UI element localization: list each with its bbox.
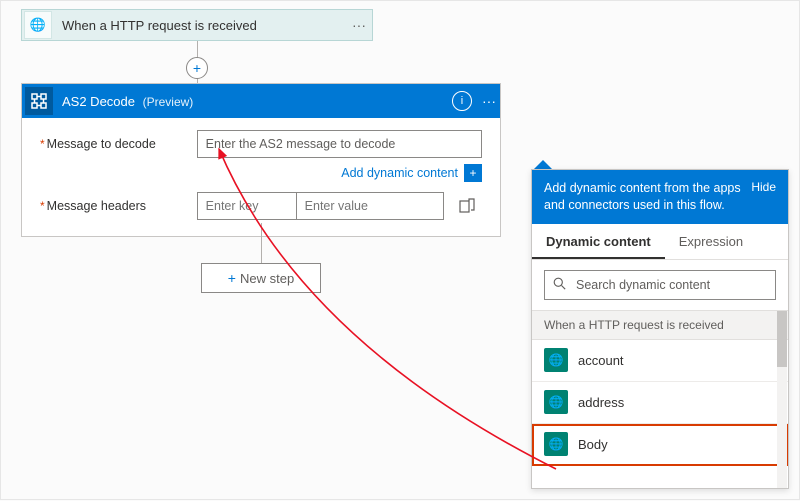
action-card-as2-decode: AS2 Decode (Preview) i ··· * Message to …	[21, 83, 501, 237]
add-dynamic-content-link[interactable]: Add dynamic content	[341, 166, 458, 180]
action-more-button[interactable]: ···	[478, 93, 500, 109]
panel-search[interactable]	[544, 270, 776, 300]
token-item-body[interactable]: 🌐 Body	[532, 424, 788, 466]
message-headers-label: Message headers	[47, 199, 197, 213]
header-value-input[interactable]	[296, 192, 444, 220]
new-step-label: New step	[240, 271, 294, 286]
token-label: address	[578, 395, 624, 410]
trigger-card[interactable]: 🌐 When a HTTP request is received ···	[21, 9, 373, 41]
insert-step-button[interactable]: +	[186, 57, 208, 79]
connector-line	[261, 223, 262, 263]
action-header[interactable]: AS2 Decode (Preview) i ···	[22, 84, 500, 118]
preview-badge: (Preview)	[139, 95, 194, 109]
required-marker: *	[40, 199, 45, 213]
scrollbar-thumb[interactable]	[777, 311, 787, 367]
required-marker: *	[40, 137, 45, 151]
http-chip-icon: 🌐	[544, 348, 568, 372]
plus-icon: +	[228, 270, 236, 286]
designer-canvas: 🌐 When a HTTP request is received ··· + …	[0, 0, 800, 500]
hide-panel-button[interactable]: Hide	[743, 180, 776, 214]
as2-connector-icon	[25, 87, 53, 115]
token-label: Body	[578, 437, 608, 452]
tab-expression[interactable]: Expression	[665, 224, 757, 259]
switch-to-text-mode-button[interactable]	[454, 193, 480, 219]
trigger-title: When a HTTP request is received	[52, 18, 346, 33]
header-key-input[interactable]	[197, 192, 297, 220]
panel-tabs: Dynamic content Expression	[532, 224, 788, 260]
new-step-button[interactable]: + New step	[201, 263, 321, 293]
action-body: * Message to decode Add dynamic content …	[22, 118, 500, 236]
token-label: account	[578, 353, 624, 368]
message-to-decode-input[interactable]	[197, 130, 482, 158]
http-trigger-icon: 🌐	[24, 11, 52, 39]
tab-dynamic-content[interactable]: Dynamic content	[532, 224, 665, 259]
info-icon[interactable]: i	[452, 91, 472, 111]
action-title: AS2 Decode (Preview)	[56, 94, 452, 109]
panel-header: Add dynamic content from the apps and co…	[532, 170, 788, 224]
add-dynamic-content-button[interactable]: +	[464, 164, 482, 182]
panel-list: When a HTTP request is received 🌐 accoun…	[532, 310, 788, 488]
action-name: AS2 Decode	[62, 94, 135, 109]
dynamic-content-panel: Add dynamic content from the apps and co…	[531, 169, 789, 489]
token-item-address[interactable]: 🌐 address	[532, 382, 788, 424]
panel-header-text: Add dynamic content from the apps and co…	[544, 180, 743, 214]
search-input[interactable]	[574, 277, 767, 293]
http-chip-icon: 🌐	[544, 432, 568, 456]
http-chip-icon: 🌐	[544, 390, 568, 414]
token-item-account[interactable]: 🌐 account	[532, 340, 788, 382]
trigger-more-button[interactable]: ···	[346, 17, 372, 33]
group-title: When a HTTP request is received	[532, 311, 788, 340]
search-icon	[553, 277, 566, 293]
message-to-decode-label: Message to decode	[47, 137, 197, 151]
